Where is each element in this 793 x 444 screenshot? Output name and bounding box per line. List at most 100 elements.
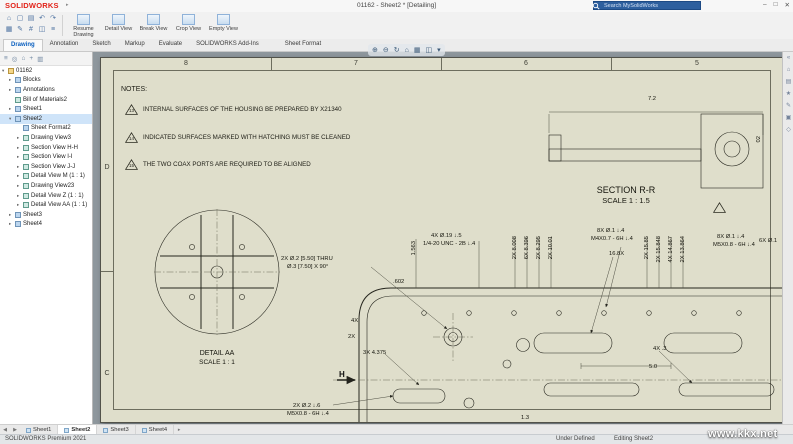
search-input[interactable]	[593, 1, 701, 10]
dimension-label[interactable]: 4X	[351, 318, 358, 324]
home-pane-icon[interactable]: ⌂	[783, 64, 793, 76]
tab-markup[interactable]: Markup	[118, 39, 152, 51]
main-drawing-view[interactable]	[329, 233, 782, 422]
maximize-button[interactable]: □	[774, 1, 778, 9]
dimension-label[interactable]: 2X 15.848	[656, 236, 662, 262]
tree-item-annotations[interactable]: ▸ Annotations	[0, 85, 92, 95]
feature-tree-tab-icon[interactable]: ≡	[4, 55, 8, 62]
dimension-label[interactable]: 2X 15.85	[644, 236, 650, 259]
display-style-icon[interactable]: ◫	[425, 46, 432, 54]
minimize-button[interactable]: –	[763, 1, 767, 9]
tab-annotation[interactable]: Annotation	[43, 39, 86, 51]
window-icon[interactable]: ◫	[37, 25, 47, 35]
tab-drawing[interactable]: Drawing	[3, 39, 43, 51]
tree-item-drawing-view23[interactable]: ▸ Drawing View23	[0, 181, 92, 191]
edit-icon[interactable]: ✎	[15, 25, 25, 35]
dimension-label[interactable]: 1/4-20 UNC - 2B ↓.4	[423, 241, 475, 247]
tree-item-detail-view-z[interactable]: ▸ Detail View Z (1 : 1)	[0, 191, 92, 201]
dimension-label[interactable]: 4X Ø.19 ↓.5	[431, 233, 462, 239]
dimension-label[interactable]: 1.3	[521, 415, 529, 421]
dimension-label[interactable]: 7.2	[637, 96, 667, 102]
dimension-label[interactable]: .602	[393, 279, 404, 285]
dimension-label[interactable]: M5X0.8 - 6H ↓.4	[287, 411, 329, 417]
dimension-label[interactable]: 4X .3	[653, 346, 667, 352]
new-document-icon[interactable]: ▢	[15, 14, 25, 24]
resume-drawing-button[interactable]: Resume Drawing	[66, 13, 101, 39]
tree-item-sheet3[interactable]: ▸ Sheet3	[0, 210, 92, 220]
tab-sketch[interactable]: Sketch	[85, 39, 117, 51]
tree-item-blocks[interactable]: ▸ Blocks	[0, 76, 92, 86]
dimension-label[interactable]: 2X 13.864	[680, 236, 686, 262]
detail-view-aa-drawing[interactable]	[151, 206, 283, 338]
tab-solidworks-addins[interactable]: SOLIDWORKS Add-Ins	[189, 39, 266, 51]
drawing-sheet[interactable]: 8 7 6 5 D C NOTES: 13 INTERNAL SURFACES …	[100, 57, 782, 423]
tree-item-section-view-ii[interactable]: ▸ Section View I-I	[0, 152, 92, 162]
undo-icon[interactable]: ↶	[37, 14, 47, 24]
dimension-label[interactable]: 6X Ø.1	[759, 238, 777, 244]
appearances-icon[interactable]: ✎	[783, 100, 793, 112]
hide-show-icon[interactable]: ▾	[437, 46, 441, 54]
tree-item-drawing-view3[interactable]: ▸ Drawing View3	[0, 133, 92, 143]
tree-item-sheet1[interactable]: ▸ Sheet1	[0, 104, 92, 114]
dimension-label[interactable]: 2X 8.008	[512, 236, 518, 259]
close-button[interactable]: ✕	[785, 1, 790, 9]
break-view-button[interactable]: Break View	[136, 13, 171, 39]
tab-sheet-format[interactable]: Sheet Format	[278, 39, 328, 51]
dimension-label[interactable]: 8X Ø.1 ↓.4	[597, 228, 624, 234]
section-arrow-label[interactable]: H	[339, 370, 345, 379]
zoom-area-icon[interactable]: ⊖	[383, 46, 389, 54]
tree-item-sheet4[interactable]: ▸ Sheet4	[0, 220, 92, 230]
dimension-label[interactable]: M5X0.8 - 6H ↓.4	[713, 242, 755, 248]
dimension-label[interactable]: 2X Ø.2 [5.50] THRU	[281, 256, 333, 262]
tree-item-01162[interactable]: ▾ 01162	[0, 66, 92, 76]
file-explorer-icon[interactable]: ★	[783, 88, 793, 100]
tree-item-sheet-format2[interactable]: Sheet Format2	[0, 124, 92, 134]
dimension-label[interactable]: M4X0.7 - 6H ↓.4	[591, 236, 633, 242]
view-orientation-icon[interactable]: ▦	[414, 46, 421, 54]
home-icon[interactable]: ⌂	[4, 14, 14, 24]
print-icon[interactable]: #	[26, 25, 36, 35]
tree-item-bom[interactable]: Bill of Materials2	[0, 95, 92, 105]
note-15[interactable]: 15 THE TWO COAX PORTS ARE REQUIRED TO BE…	[125, 159, 311, 170]
empty-view-button[interactable]: Empty View	[206, 13, 241, 39]
dimension-label[interactable]: 2X Ø.2 ↓.6	[293, 403, 320, 409]
flag-triangle-icon[interactable]: 15	[713, 202, 782, 213]
rotate-view-icon[interactable]: ↻	[394, 46, 400, 54]
graphics-area[interactable]: 8 7 6 5 D C NOTES: 13 INTERNAL SURFACES …	[93, 52, 782, 424]
dimension-label[interactable]: 6X 8.396	[524, 236, 530, 259]
dimension-label[interactable]: Ø.3 [7.50] X 90°	[287, 264, 328, 270]
tree-item-detail-view-aa[interactable]: ▸ Detail View AA (1 : 1)	[0, 200, 92, 210]
tree-item-section-view-jj[interactable]: ▸ Section View J-J	[0, 162, 92, 172]
property-manager-tab-icon[interactable]: ◎	[12, 55, 18, 63]
detail-view-button[interactable]: Detail View	[101, 13, 136, 39]
dimension-label[interactable]: 2X	[348, 334, 355, 340]
zoom-fit-icon[interactable]: ⊕	[372, 46, 378, 54]
appearance-tab-icon[interactable]: +	[29, 55, 33, 62]
dimxpert-tab-icon[interactable]: ▥	[37, 55, 43, 63]
dimension-label[interactable]: 2X 8.295	[536, 236, 542, 259]
design-library-icon[interactable]: ▤	[783, 76, 793, 88]
dimension-label[interactable]: 02	[756, 136, 762, 142]
collapse-pane-icon[interactable]: «	[783, 52, 793, 64]
note-13[interactable]: 13 INTERNAL SURFACES OF THE HOUSING BE P…	[125, 104, 342, 115]
open-icon[interactable]: ▤	[26, 14, 36, 24]
crop-view-button[interactable]: Crop View	[171, 13, 206, 39]
save-icon[interactable]: ▦	[4, 25, 14, 35]
notes-heading[interactable]: NOTES:	[121, 86, 147, 93]
pan-icon[interactable]: ⌂	[405, 47, 409, 54]
tree-item-sheet2[interactable]: ▾ Sheet2	[0, 114, 92, 124]
tree-item-detail-view-m[interactable]: ▸ Detail View M (1 : 1)	[0, 172, 92, 182]
configuration-tab-icon[interactable]: ⌂	[21, 55, 25, 62]
dimension-label[interactable]: 3X 4.375	[363, 350, 386, 356]
dimension-label[interactable]: 1.563	[411, 241, 417, 256]
dimension-label[interactable]: 2X 10.01	[548, 236, 554, 259]
note-14[interactable]: 14 INDICATED SURFACES MARKED WITH HATCHI…	[125, 132, 350, 143]
dimension-label[interactable]: 4X 14.867	[668, 236, 674, 262]
dimension-label[interactable]: 8X Ø.1 ↓.4	[717, 234, 744, 240]
tab-evaluate[interactable]: Evaluate	[152, 39, 189, 51]
redo-icon[interactable]: ↷	[48, 14, 58, 24]
menu-arrow-icon[interactable]: ▸	[66, 2, 69, 8]
custom-properties-icon[interactable]: ▣	[783, 112, 793, 124]
dimension-label[interactable]: 16.8X	[609, 251, 624, 257]
tree-item-section-view-hh[interactable]: ▸ Section View H-H	[0, 143, 92, 153]
